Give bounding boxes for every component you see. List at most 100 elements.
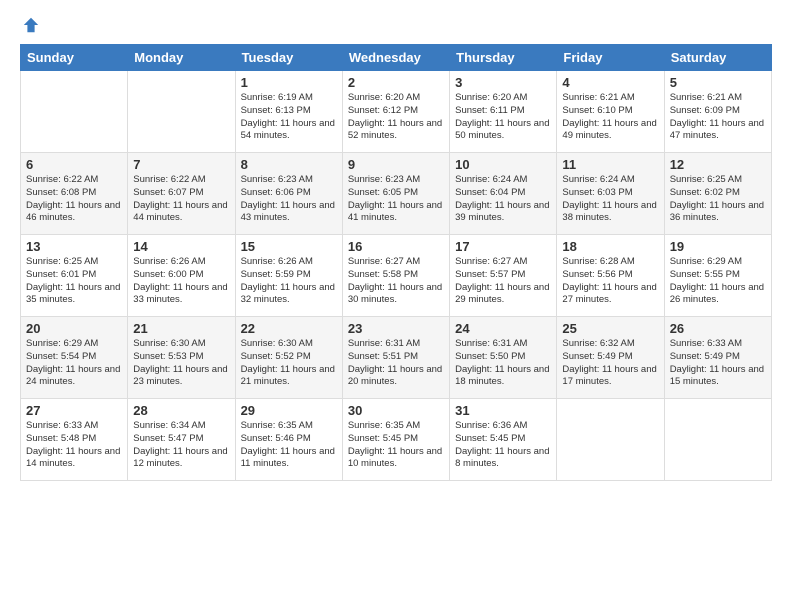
day-number: 21 <box>133 321 229 336</box>
calendar-cell: 8 Sunrise: 6:23 AM Sunset: 6:06 PM Daylig… <box>235 153 342 235</box>
calendar-cell <box>664 399 771 481</box>
cell-info: Sunrise: 6:19 AM Sunset: 6:13 PM Dayligh… <box>241 92 337 143</box>
calendar-cell: 29 Sunrise: 6:35 AM Sunset: 5:46 PM Dayli… <box>235 399 342 481</box>
calendar-cell: 27Sunrise: 6:33 AM Sunset: 5:48 PM Dayli… <box>21 399 128 481</box>
calendar-cell: 15 Sunrise: 6:26 AM Sunset: 5:59 PM Dayli… <box>235 235 342 317</box>
calendar-cell: 4 Sunrise: 6:21 AM Sunset: 6:10 PM Daylig… <box>557 71 664 153</box>
page: SundayMondayTuesdayWednesdayThursdayFrid… <box>0 0 792 612</box>
calendar-cell: 2 Sunrise: 6:20 AM Sunset: 6:12 PM Daylig… <box>342 71 449 153</box>
day-number: 7 <box>133 157 229 172</box>
day-number: 26 <box>670 321 766 336</box>
cell-info: Sunrise: 6:23 AM Sunset: 6:06 PM Dayligh… <box>241 174 337 225</box>
day-number: 15 <box>241 239 337 254</box>
day-number: 22 <box>241 321 337 336</box>
day-number: 19 <box>670 239 766 254</box>
day-number: 17 <box>455 239 551 254</box>
day-number: 27 <box>26 403 122 418</box>
cell-info: Sunrise: 6:26 AM Sunset: 6:00 PM Dayligh… <box>133 256 229 307</box>
day-number: 31 <box>455 403 551 418</box>
cell-info: Sunrise: 6:27 AM Sunset: 5:58 PM Dayligh… <box>348 256 444 307</box>
cell-info: Sunrise: 6:29 AM Sunset: 5:55 PM Dayligh… <box>670 256 766 307</box>
cell-info: Sunrise: 6:22 AM Sunset: 6:08 PM Dayligh… <box>26 174 122 225</box>
day-of-week-header: Wednesday <box>342 45 449 71</box>
cell-info: Sunrise: 6:30 AM Sunset: 5:53 PM Dayligh… <box>133 338 229 389</box>
day-number: 23 <box>348 321 444 336</box>
day-number: 28 <box>133 403 229 418</box>
calendar-cell: 7 Sunrise: 6:22 AM Sunset: 6:07 PM Daylig… <box>128 153 235 235</box>
calendar-cell: 16Sunrise: 6:27 AM Sunset: 5:58 PM Dayli… <box>342 235 449 317</box>
calendar-cell: 1 Sunrise: 6:19 AM Sunset: 6:13 PM Daylig… <box>235 71 342 153</box>
calendar-week-row: 27Sunrise: 6:33 AM Sunset: 5:48 PM Dayli… <box>21 399 772 481</box>
cell-info: Sunrise: 6:24 AM Sunset: 6:03 PM Dayligh… <box>562 174 658 225</box>
calendar-cell <box>21 71 128 153</box>
cell-info: Sunrise: 6:29 AM Sunset: 5:54 PM Dayligh… <box>26 338 122 389</box>
calendar-cell: 14 Sunrise: 6:26 AM Sunset: 6:00 PM Dayli… <box>128 235 235 317</box>
day-number: 10 <box>455 157 551 172</box>
cell-info: Sunrise: 6:31 AM Sunset: 5:51 PM Dayligh… <box>348 338 444 389</box>
cell-info: Sunrise: 6:24 AM Sunset: 6:04 PM Dayligh… <box>455 174 551 225</box>
calendar-cell: 6 Sunrise: 6:22 AM Sunset: 6:08 PM Daylig… <box>21 153 128 235</box>
calendar-cell: 22 Sunrise: 6:30 AM Sunset: 5:52 PM Dayli… <box>235 317 342 399</box>
day-of-week-header: Thursday <box>450 45 557 71</box>
calendar-cell <box>128 71 235 153</box>
cell-info: Sunrise: 6:33 AM Sunset: 5:49 PM Dayligh… <box>670 338 766 389</box>
cell-info: Sunrise: 6:36 AM Sunset: 5:45 PM Dayligh… <box>455 420 551 471</box>
cell-info: Sunrise: 6:21 AM Sunset: 6:09 PM Dayligh… <box>670 92 766 143</box>
day-number: 9 <box>348 157 444 172</box>
logo-icon <box>22 16 40 34</box>
calendar-cell: 3Sunrise: 6:20 AM Sunset: 6:11 PM Daylig… <box>450 71 557 153</box>
calendar-table: SundayMondayTuesdayWednesdayThursdayFrid… <box>20 44 772 481</box>
day-number: 1 <box>241 75 337 90</box>
calendar-cell: 30Sunrise: 6:35 AM Sunset: 5:45 PM Dayli… <box>342 399 449 481</box>
logo <box>20 16 40 34</box>
calendar-week-row: 6 Sunrise: 6:22 AM Sunset: 6:08 PM Daylig… <box>21 153 772 235</box>
day-number: 14 <box>133 239 229 254</box>
cell-info: Sunrise: 6:35 AM Sunset: 5:46 PM Dayligh… <box>241 420 337 471</box>
header <box>20 16 772 34</box>
cell-info: Sunrise: 6:27 AM Sunset: 5:57 PM Dayligh… <box>455 256 551 307</box>
cell-info: Sunrise: 6:22 AM Sunset: 6:07 PM Dayligh… <box>133 174 229 225</box>
cell-info: Sunrise: 6:32 AM Sunset: 5:49 PM Dayligh… <box>562 338 658 389</box>
day-number: 24 <box>455 321 551 336</box>
calendar-cell: 20 Sunrise: 6:29 AM Sunset: 5:54 PM Dayli… <box>21 317 128 399</box>
calendar-cell: 19 Sunrise: 6:29 AM Sunset: 5:55 PM Dayli… <box>664 235 771 317</box>
day-number: 25 <box>562 321 658 336</box>
day-number: 3 <box>455 75 551 90</box>
calendar-cell: 18 Sunrise: 6:28 AM Sunset: 5:56 PM Dayli… <box>557 235 664 317</box>
cell-info: Sunrise: 6:21 AM Sunset: 6:10 PM Dayligh… <box>562 92 658 143</box>
calendar-cell: 24 Sunrise: 6:31 AM Sunset: 5:50 PM Dayli… <box>450 317 557 399</box>
day-number: 2 <box>348 75 444 90</box>
day-number: 8 <box>241 157 337 172</box>
cell-info: Sunrise: 6:34 AM Sunset: 5:47 PM Dayligh… <box>133 420 229 471</box>
calendar-cell: 11Sunrise: 6:24 AM Sunset: 6:03 PM Dayli… <box>557 153 664 235</box>
day-of-week-header: Monday <box>128 45 235 71</box>
cell-info: Sunrise: 6:30 AM Sunset: 5:52 PM Dayligh… <box>241 338 337 389</box>
calendar-cell: 21 Sunrise: 6:30 AM Sunset: 5:53 PM Dayli… <box>128 317 235 399</box>
calendar-cell: 23 Sunrise: 6:31 AM Sunset: 5:51 PM Dayli… <box>342 317 449 399</box>
calendar-week-row: 1 Sunrise: 6:19 AM Sunset: 6:13 PM Daylig… <box>21 71 772 153</box>
day-of-week-header: Saturday <box>664 45 771 71</box>
calendar-cell: 13Sunrise: 6:25 AM Sunset: 6:01 PM Dayli… <box>21 235 128 317</box>
cell-info: Sunrise: 6:31 AM Sunset: 5:50 PM Dayligh… <box>455 338 551 389</box>
cell-info: Sunrise: 6:26 AM Sunset: 5:59 PM Dayligh… <box>241 256 337 307</box>
day-number: 29 <box>241 403 337 418</box>
day-number: 18 <box>562 239 658 254</box>
calendar-cell <box>557 399 664 481</box>
calendar-cell: 28 Sunrise: 6:34 AM Sunset: 5:47 PM Dayli… <box>128 399 235 481</box>
day-of-week-header: Sunday <box>21 45 128 71</box>
day-number: 20 <box>26 321 122 336</box>
calendar-cell: 25 Sunrise: 6:32 AM Sunset: 5:49 PM Dayli… <box>557 317 664 399</box>
day-number: 6 <box>26 157 122 172</box>
cell-info: Sunrise: 6:23 AM Sunset: 6:05 PM Dayligh… <box>348 174 444 225</box>
cell-info: Sunrise: 6:28 AM Sunset: 5:56 PM Dayligh… <box>562 256 658 307</box>
day-number: 4 <box>562 75 658 90</box>
day-of-week-header: Tuesday <box>235 45 342 71</box>
calendar-cell: 10 Sunrise: 6:24 AM Sunset: 6:04 PM Dayli… <box>450 153 557 235</box>
calendar-cell: 31 Sunrise: 6:36 AM Sunset: 5:45 PM Dayli… <box>450 399 557 481</box>
day-of-week-header: Friday <box>557 45 664 71</box>
calendar-week-row: 20 Sunrise: 6:29 AM Sunset: 5:54 PM Dayli… <box>21 317 772 399</box>
calendar-cell: 12Sunrise: 6:25 AM Sunset: 6:02 PM Dayli… <box>664 153 771 235</box>
day-number: 12 <box>670 157 766 172</box>
cell-info: Sunrise: 6:25 AM Sunset: 6:01 PM Dayligh… <box>26 256 122 307</box>
cell-info: Sunrise: 6:20 AM Sunset: 6:12 PM Dayligh… <box>348 92 444 143</box>
